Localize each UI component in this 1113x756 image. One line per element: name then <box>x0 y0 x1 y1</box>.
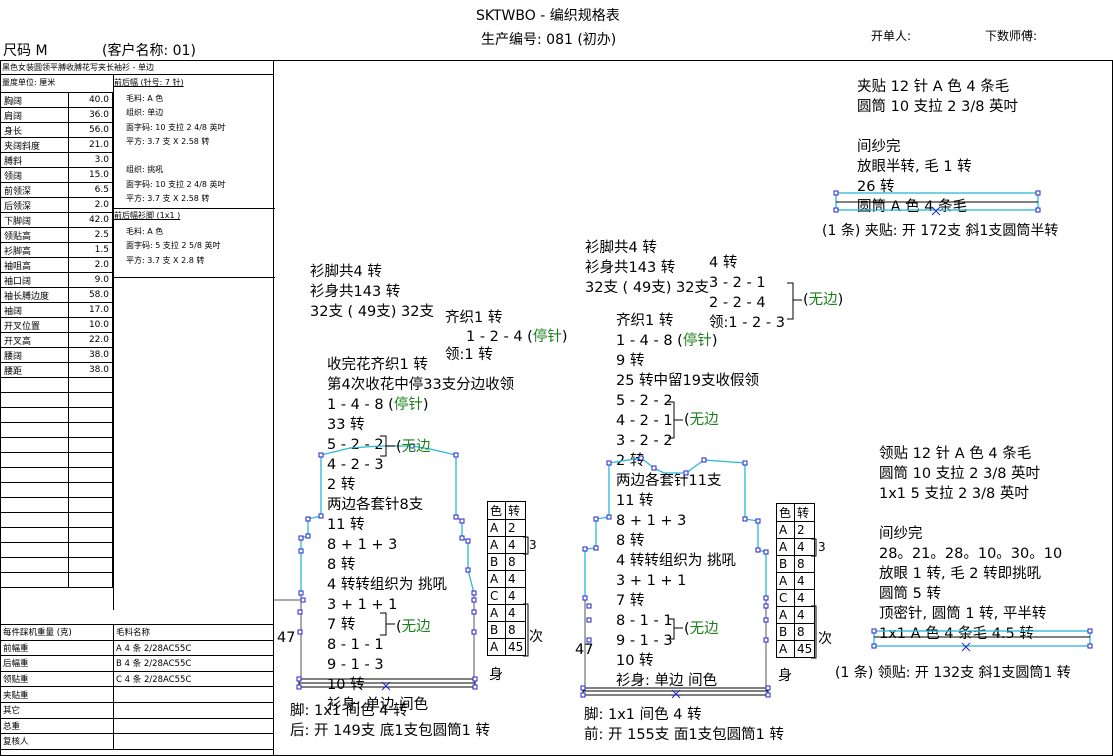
vertex-marker <box>459 535 465 541</box>
vertex-marker <box>300 597 306 603</box>
vertex-marker <box>763 603 769 609</box>
vertex-marker <box>465 567 471 573</box>
vertex-marker <box>763 549 769 555</box>
vertex-marker <box>606 460 612 466</box>
vertex-marker <box>318 452 324 458</box>
vertex-marker <box>582 595 588 601</box>
vertex-marker <box>593 516 599 522</box>
vertex-marker <box>638 455 644 461</box>
vertex-marker <box>593 545 599 551</box>
vertex-marker <box>1035 190 1041 196</box>
vertex-marker <box>755 547 761 553</box>
vertex-marker <box>763 595 769 601</box>
vertex-marker <box>580 692 586 698</box>
vertex-marker <box>305 533 311 539</box>
vertex-marker <box>701 457 707 463</box>
vertex-marker <box>765 692 771 698</box>
vertex-marker <box>296 676 302 682</box>
vertex-marker <box>586 603 592 609</box>
vertex-marker <box>871 643 877 649</box>
vertex-marker <box>586 617 592 623</box>
vertex-marker <box>1035 207 1041 213</box>
vertex-marker <box>683 470 689 476</box>
vertex-marker <box>742 460 748 466</box>
vertex-marker <box>298 548 304 554</box>
back-outline <box>300 445 475 594</box>
vertex-marker <box>471 597 477 603</box>
vertex-marker <box>472 676 478 682</box>
vertex-marker <box>763 617 769 623</box>
vertex-marker <box>471 609 477 615</box>
vertex-marker <box>471 629 477 635</box>
vertex-marker <box>871 628 877 634</box>
vertex-marker <box>833 207 839 213</box>
vertex-marker <box>305 516 311 522</box>
vertex-marker <box>296 684 302 690</box>
vertex-marker <box>586 637 592 643</box>
vertex-marker <box>742 516 748 522</box>
vertex-marker <box>297 609 303 615</box>
vertex-marker <box>465 538 471 544</box>
vertex-marker <box>582 546 588 552</box>
vertex-marker <box>453 452 459 458</box>
vertex-marker <box>765 685 771 691</box>
vertex-marker <box>298 535 304 541</box>
vertex-marker <box>318 513 324 519</box>
vertex-marker <box>1087 643 1093 649</box>
front-no-edge-upper: (无边 <box>684 412 719 428</box>
garment-diagram <box>274 190 1093 699</box>
vertex-marker <box>1087 628 1093 634</box>
vertex-marker <box>580 685 586 691</box>
back-no-edge-upper: (无边 <box>396 439 431 455</box>
vertex-marker <box>297 629 303 635</box>
vertex-marker <box>755 518 761 524</box>
front-no-edge-lower: (无边 <box>684 621 719 637</box>
vertex-marker <box>472 684 478 690</box>
neck-band-shape <box>873 630 1091 647</box>
vertex-marker <box>651 465 657 471</box>
vertex-marker <box>459 518 465 524</box>
vertex-marker <box>606 514 612 520</box>
back-no-edge-lower: (无边 <box>396 619 431 635</box>
vertex-marker <box>833 190 839 196</box>
vertex-marker <box>453 514 459 520</box>
front-outline <box>584 457 767 598</box>
front-neck-no-edge: (无边) <box>803 292 844 308</box>
vertex-marker <box>763 637 769 643</box>
vertex-marker <box>471 590 477 596</box>
vertex-marker <box>298 590 304 596</box>
